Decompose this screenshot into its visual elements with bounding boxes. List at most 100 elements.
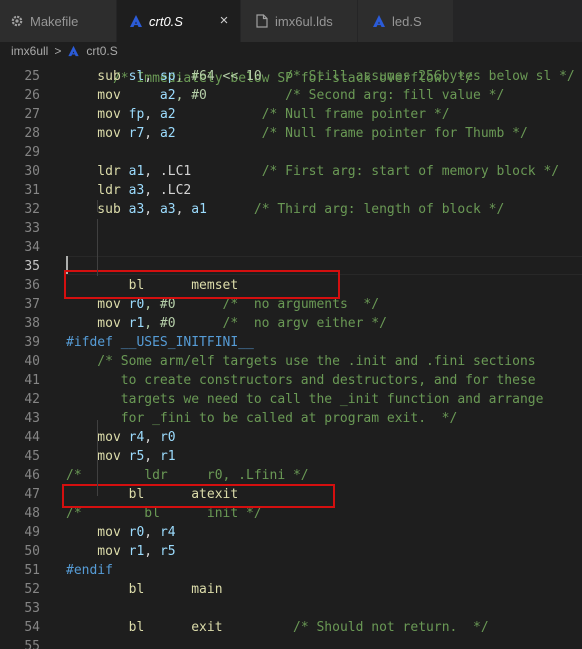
line-number: 50 [24,544,40,559]
code-token: mov [66,316,129,331]
code-token: #ifdef __USES_INITFINI__ [66,335,254,350]
code-token: a3 [128,202,145,217]
line-number: 43 [24,411,40,426]
code-token: r5 [159,544,176,559]
line-number: 48 [24,506,40,521]
gear-icon [10,14,24,28]
code-token: for _fini to be called at program exit. … [66,411,458,426]
code-token: a2 [159,126,176,141]
code-token: fp [128,107,145,122]
code-token: /* Null frame pointer */ [175,107,450,122]
code-token: , [144,525,160,540]
code-editor[interactable]: 25 26 27 28 29 30 31 32 33 34 35 36 37 38 39 40 41 42 43 44… [0,60,582,649]
code-token: r1 [128,316,145,331]
line-number: 40 [24,354,40,369]
code-token: a2 [159,88,176,103]
line-number: 41 [24,373,40,388]
code-line: /* Some arm/elf targets use the .init an… [66,352,535,371]
code-token: r5 [128,449,145,464]
code-token: /* bl init */ [66,506,262,521]
breadcrumb-file[interactable]: crt0.S [86,44,117,58]
tab-crt0[interactable]: crt0.S × [117,0,241,42]
line-number: 32 [24,202,40,217]
code-token: /* Third arg: length of block */ [206,202,505,217]
code-token: mov [66,107,129,122]
code-token: , [144,544,160,559]
code-token: mov [66,297,129,312]
code-line: sub sl, sp, #64 << 10 /* Still assumes 2… [66,67,575,86]
tab-led[interactable]: led.S [358,0,454,42]
indent-guide [97,200,98,212]
line-number: 37 [24,297,40,312]
code-token: mov [66,544,129,559]
line-number: 38 [24,316,40,331]
code-line: mov fp, a2 /* Null frame pointer */ [66,105,450,124]
code-token: a2 [159,107,176,122]
code-token: sub [66,69,129,84]
code-line: /* ldr r0, .Lfini */ [66,466,309,485]
line-number: 34 [24,240,40,255]
code-token: /* no argv either */ [175,316,387,331]
line-number: 53 [24,601,40,616]
code-token: , [144,430,160,445]
code-token: ldr [66,164,129,179]
code-token: , [175,202,192,217]
code-token: to create constructors and destructors, … [66,373,536,388]
highlight-box-atexit [62,484,335,508]
line-number: 52 [24,582,40,597]
code-token: /* Still assumes 256bytes below sl */ [261,69,575,84]
breadcrumb-folder[interactable]: imx6ull [0,44,48,58]
code-token: bl [66,582,192,597]
line-number: 46 [24,468,40,483]
assembly-file-icon [372,14,386,28]
code-token: r4 [128,430,145,445]
line-number: 26 [24,88,40,103]
code-area[interactable]: /* Immediately below SP for stack overfl… [66,60,582,649]
code-line: ldr a1, .LC1 /* First arg: start of memo… [66,162,559,181]
code-token: exit [191,620,223,635]
code-token: main [191,582,223,597]
code-line: bl exit /* Should not return. */ [66,618,489,637]
code-token: a3 [159,202,176,217]
line-number: 35 [24,259,40,274]
assembly-file-icon [67,45,80,57]
code-token: a1 [191,202,207,217]
highlight-box-memset [64,270,340,299]
code-token: a3 [128,183,145,198]
code-token: bl [66,620,192,635]
line-number: 55 [24,639,40,649]
code-token: r7 [128,126,145,141]
code-token: , #64 << 10 [175,69,262,84]
code-token: ldr [66,183,129,198]
code-token: , .LC2 [144,183,192,198]
line-number: 42 [24,392,40,407]
code-line: mov r5, r1 [66,447,176,466]
code-line: mov a2, #0 /* Second arg: fill value */ [66,86,504,105]
code-token: /* no arguments */ [175,297,380,312]
code-token: r0 [159,430,176,445]
line-number: 39 [24,335,40,350]
code-line: #endif [66,561,113,580]
code-line: #ifdef __USES_INITFINI__ [66,333,254,352]
code-token: r1 [159,449,176,464]
code-token: /* First arg: start of memory block */ [191,164,560,179]
code-token: , #0 [144,297,176,312]
code-line: mov r0, r4 [66,523,175,542]
file-icon [255,14,269,28]
code-token: r1 [128,544,145,559]
code-line: bl main [66,580,223,599]
code-line: mov r1, r5 [66,542,176,561]
code-token: , [144,69,160,84]
indent-guide [97,420,98,496]
code-token: , [144,107,160,122]
line-number: 45 [24,449,40,464]
tab-imx6ul-lds[interactable]: imx6ul.lds [241,0,358,42]
code-token: , #0 [144,316,176,331]
close-icon[interactable]: × [216,13,232,29]
code-token: , [144,126,160,141]
code-token: mov [66,126,129,141]
code-line: sub a3, a3, a1 /* Third arg: length of b… [66,200,504,219]
tab-makefile[interactable]: Makefile [0,0,117,42]
line-number-gutter: 25 26 27 28 29 30 31 32 33 34 35 36 37 38 39 40 41 42 43 44… [0,60,46,649]
indent-guide [97,219,98,276]
